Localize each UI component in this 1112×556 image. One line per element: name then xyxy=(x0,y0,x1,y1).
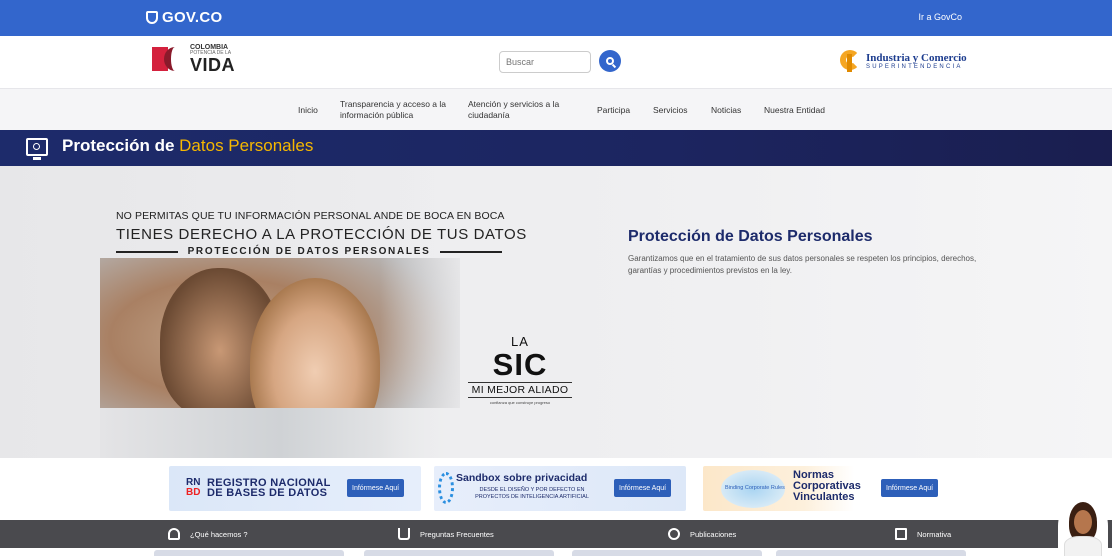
que-hacemos-link[interactable]: ¿Qué hacemos ? xyxy=(168,520,248,548)
go-to-govco-link[interactable]: Ir a GovCo xyxy=(918,12,962,22)
govco-bar: GOV.CO Ir a GovCo xyxy=(0,0,1112,36)
sic-mark-icon xyxy=(838,48,860,74)
normativa-link[interactable]: Normativa xyxy=(895,520,951,548)
search-input[interactable] xyxy=(499,51,591,73)
section-title-bar: Protección de Datos Personales xyxy=(0,130,1112,166)
colombia-mark-icon xyxy=(152,45,186,73)
document-edit-icon xyxy=(895,528,907,540)
card-tab[interactable] xyxy=(776,550,966,556)
sic-ally-stamp: LA SIC MI MEJOR ALIADO confianza que con… xyxy=(468,334,572,405)
sic-logo[interactable]: Industria y Comercio SUPERINTENDENCIA xyxy=(838,48,967,74)
hero-line-2: TIENES DERECHO A LA PROTECCIÓN DE TUS DA… xyxy=(116,226,527,243)
nav-item-atencion[interactable]: Atención y servicios a la ciudadanía xyxy=(468,89,559,131)
card-tab[interactable] xyxy=(154,550,344,556)
sandbox-banner[interactable]: Sandbox sobre privacidad DESDE EL DISEÑO… xyxy=(434,466,686,511)
help-person-icon xyxy=(398,528,410,540)
chat-assistant-avatar[interactable] xyxy=(1058,496,1108,556)
rnbd-info-button[interactable]: Infórmese Aquí xyxy=(347,479,405,497)
rnbd-banner[interactable]: RN BD REGISTRO NACIONAL DE BASES DE DATOS … xyxy=(169,466,421,511)
banners-row: RN BD REGISTRO NACIONAL DE BASES DE DATOS … xyxy=(0,458,1112,520)
nav-item-participa[interactable]: Participa xyxy=(597,89,630,131)
brand-row: COLOMBIA POTENCIA DE LA VIDA Industria y… xyxy=(0,36,1112,88)
sic-logo-text: Industria y Comercio SUPERINTENDENCIA xyxy=(866,51,967,70)
search-button[interactable] xyxy=(599,50,621,72)
card-tabs-strip xyxy=(0,548,1112,556)
colombia-potencia-logo[interactable]: COLOMBIA POTENCIA DE LA VIDA xyxy=(152,44,235,74)
normas-title: Normas Corporativas Vinculantes xyxy=(793,469,861,503)
sandbox-info-button[interactable]: Infórmese Aquí xyxy=(614,479,672,497)
govco-shield-icon xyxy=(146,11,158,24)
hero-heading: Protección de Datos Personales xyxy=(628,228,873,245)
search-icon xyxy=(606,57,614,65)
colombia-logo-text: COLOMBIA POTENCIA DE LA VIDA xyxy=(190,44,236,75)
nav-item-servicios[interactable]: Servicios xyxy=(653,89,687,131)
card-tab[interactable] xyxy=(364,550,554,556)
screen-lock-icon xyxy=(26,138,48,160)
nav-item-nuestra-entidad[interactable]: Nuestra Entidad xyxy=(764,89,825,131)
nav-item-transparencia[interactable]: Transparencia y acceso a la información p… xyxy=(340,89,446,131)
hero-line-1: NO PERMITAS QUE TU INFORMACIÓN PERSONAL … xyxy=(116,210,505,222)
nav-item-noticias[interactable]: Noticias xyxy=(711,89,741,131)
normas-banner[interactable]: Binding Corporate Rules Normas Corporativ… xyxy=(703,466,955,511)
rnbd-logo: RN BD xyxy=(186,477,201,498)
sandbox-subtitle: DESDE EL DISEÑO Y POR DEFECTO EN PROYECTO… xyxy=(475,487,589,500)
hero-description: Garantizamos que en el tratamiento de su… xyxy=(628,254,977,275)
govco-logo-text: GOV.CO xyxy=(162,9,223,26)
page-title: Protección de Datos Personales xyxy=(62,136,314,155)
hero-banner: NO PERMITAS QUE TU INFORMACIÓN PERSONAL … xyxy=(0,166,1112,458)
bottom-links-bar: ¿Qué hacemos ? Preguntas Frecuentes Publ… xyxy=(0,520,1112,548)
govco-logo[interactable]: GOV.CO xyxy=(146,9,222,26)
nav-item-inicio[interactable]: Inicio xyxy=(298,89,318,131)
publication-icon xyxy=(668,528,680,540)
hero-line-3: PROTECCIÓN DE DATOS PERSONALES xyxy=(116,246,502,257)
page: GOV.CO Ir a GovCo COLOMBIA POTENCIA DE L… xyxy=(0,0,1112,556)
globe-label: Binding Corporate Rules xyxy=(725,485,785,491)
card-tab[interactable] xyxy=(572,550,762,556)
rnbd-title: REGISTRO NACIONAL DE BASES DE DATOS xyxy=(207,477,331,500)
sandbox-title: Sandbox sobre privacidad xyxy=(456,472,588,484)
preguntas-frecuentes-link[interactable]: Preguntas Frecuentes xyxy=(398,520,494,548)
fingerprint-icon xyxy=(438,472,454,504)
main-nav: Inicio Transparencia y acceso a la inform… xyxy=(0,88,1112,130)
people-icon xyxy=(168,528,180,540)
normas-info-button[interactable]: Infórmese Aquí xyxy=(881,479,939,497)
publicaciones-link[interactable]: Publicaciones xyxy=(668,520,736,548)
